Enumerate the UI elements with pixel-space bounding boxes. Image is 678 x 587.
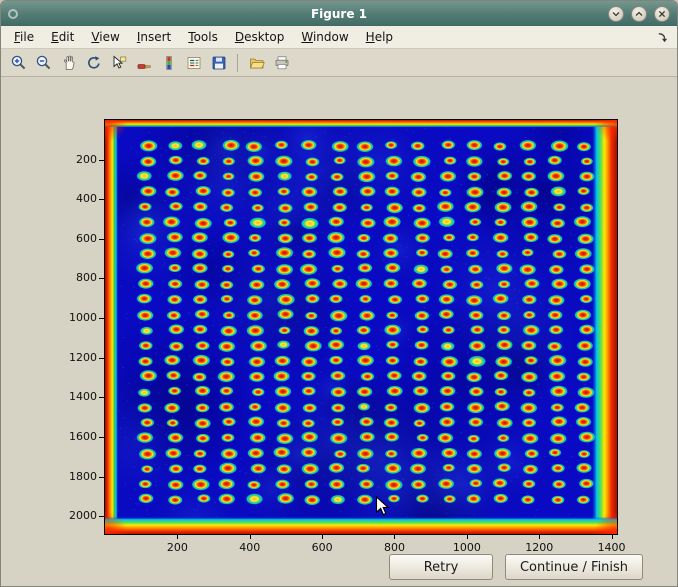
x-tick: [612, 534, 613, 539]
maximize-button[interactable]: [631, 6, 647, 22]
window-menu-icon[interactable]: [8, 9, 18, 19]
zoom-out-button[interactable]: [32, 51, 55, 74]
x-tick-label: 600: [300, 541, 344, 554]
y-tick: [99, 437, 104, 438]
legend-icon: [185, 54, 203, 72]
y-tick-label: 1800: [51, 470, 97, 483]
pan-button[interactable]: [57, 51, 80, 74]
x-tick-label: 1400: [590, 541, 634, 554]
insert-colorbar-button[interactable]: [157, 51, 180, 74]
brush-button[interactable]: [132, 51, 155, 74]
menubar-items: FileEditViewInsertToolsDesktopWindowHelp: [7, 28, 400, 46]
close-button[interactable]: [654, 6, 670, 22]
insert-legend-button[interactable]: [182, 51, 205, 74]
figure-client: 200 400 600 800 1000 1200 1400 200 400 600 800 1000…: [1, 77, 677, 586]
y-tick: [99, 278, 104, 279]
menu-insert[interactable]: Insert: [130, 28, 178, 46]
zoom-out-icon: [35, 54, 53, 72]
y-tick-label: 1400: [51, 390, 97, 403]
chevron-up-icon: [633, 8, 645, 20]
continue-finish-button[interactable]: Continue / Finish: [505, 554, 643, 580]
x-tick: [539, 534, 540, 539]
x-tick: [250, 534, 251, 539]
print-button[interactable]: [270, 51, 293, 74]
zoom-in-button[interactable]: [7, 51, 30, 74]
open-folder-icon: [248, 54, 266, 72]
x-tick: [322, 534, 323, 539]
y-tick: [99, 397, 104, 398]
figure-window: Figure 1 FileEditViewInsertToolsDesk: [0, 0, 678, 587]
menu-window[interactable]: Window: [294, 28, 355, 46]
x-tick: [467, 534, 468, 539]
y-tick: [99, 239, 104, 240]
titlebar[interactable]: Figure 1: [1, 1, 677, 26]
x-tick-label: 200: [155, 541, 199, 554]
plot-canvas[interactable]: [105, 120, 617, 534]
x-tick-label: 800: [372, 541, 416, 554]
figure-toolbar: [1, 49, 677, 77]
shade-button[interactable]: [608, 6, 624, 22]
y-tick-label: 800: [51, 271, 97, 284]
close-icon: [656, 8, 668, 20]
menu-edit[interactable]: Edit: [44, 28, 81, 46]
zoom-in-icon: [10, 54, 28, 72]
menu-desktop[interactable]: Desktop: [228, 28, 292, 46]
x-tick-label: 400: [228, 541, 272, 554]
retry-button[interactable]: Retry: [389, 554, 493, 580]
y-tick: [99, 199, 104, 200]
open-file-button[interactable]: [245, 51, 268, 74]
menu-view[interactable]: View: [84, 28, 126, 46]
rotate-3d-button[interactable]: [82, 51, 105, 74]
y-tick-label: 1600: [51, 430, 97, 443]
x-tick-label: 1200: [517, 541, 561, 554]
print-icon: [273, 54, 291, 72]
x-tick: [394, 534, 395, 539]
rotate-3d-icon: [85, 54, 103, 72]
toolbar-separator: [237, 54, 238, 72]
y-tick: [99, 477, 104, 478]
data-cursor-icon: [110, 54, 128, 72]
menubar: FileEditViewInsertToolsDesktopWindowHelp: [1, 26, 677, 49]
y-tick-label: 2000: [51, 509, 97, 522]
colorbar-icon: [160, 54, 178, 72]
dock-arrow-icon: [656, 31, 669, 44]
data-cursor-button[interactable]: [107, 51, 130, 74]
y-tick: [99, 516, 104, 517]
y-tick-label: 600: [51, 232, 97, 245]
brush-icon: [135, 54, 153, 72]
pan-hand-icon: [60, 54, 78, 72]
y-tick-label: 400: [51, 192, 97, 205]
x-tick-label: 1000: [445, 541, 489, 554]
y-tick-label: 1200: [51, 351, 97, 364]
y-tick: [99, 358, 104, 359]
axes[interactable]: 2004006008001000120014002004006008001000…: [104, 119, 618, 535]
y-tick: [99, 160, 104, 161]
x-tick: [177, 534, 178, 539]
y-tick-label: 200: [51, 153, 97, 166]
save-button[interactable]: [207, 51, 230, 74]
y-tick-label: 1000: [51, 311, 97, 324]
menu-tools[interactable]: Tools: [181, 28, 225, 46]
dock-figure-button[interactable]: [656, 31, 671, 44]
y-tick: [99, 318, 104, 319]
save-floppy-icon: [210, 54, 228, 72]
menu-file[interactable]: File: [7, 28, 41, 46]
window-title: Figure 1: [311, 7, 367, 21]
chevron-down-icon: [610, 8, 622, 20]
menu-help[interactable]: Help: [359, 28, 400, 46]
